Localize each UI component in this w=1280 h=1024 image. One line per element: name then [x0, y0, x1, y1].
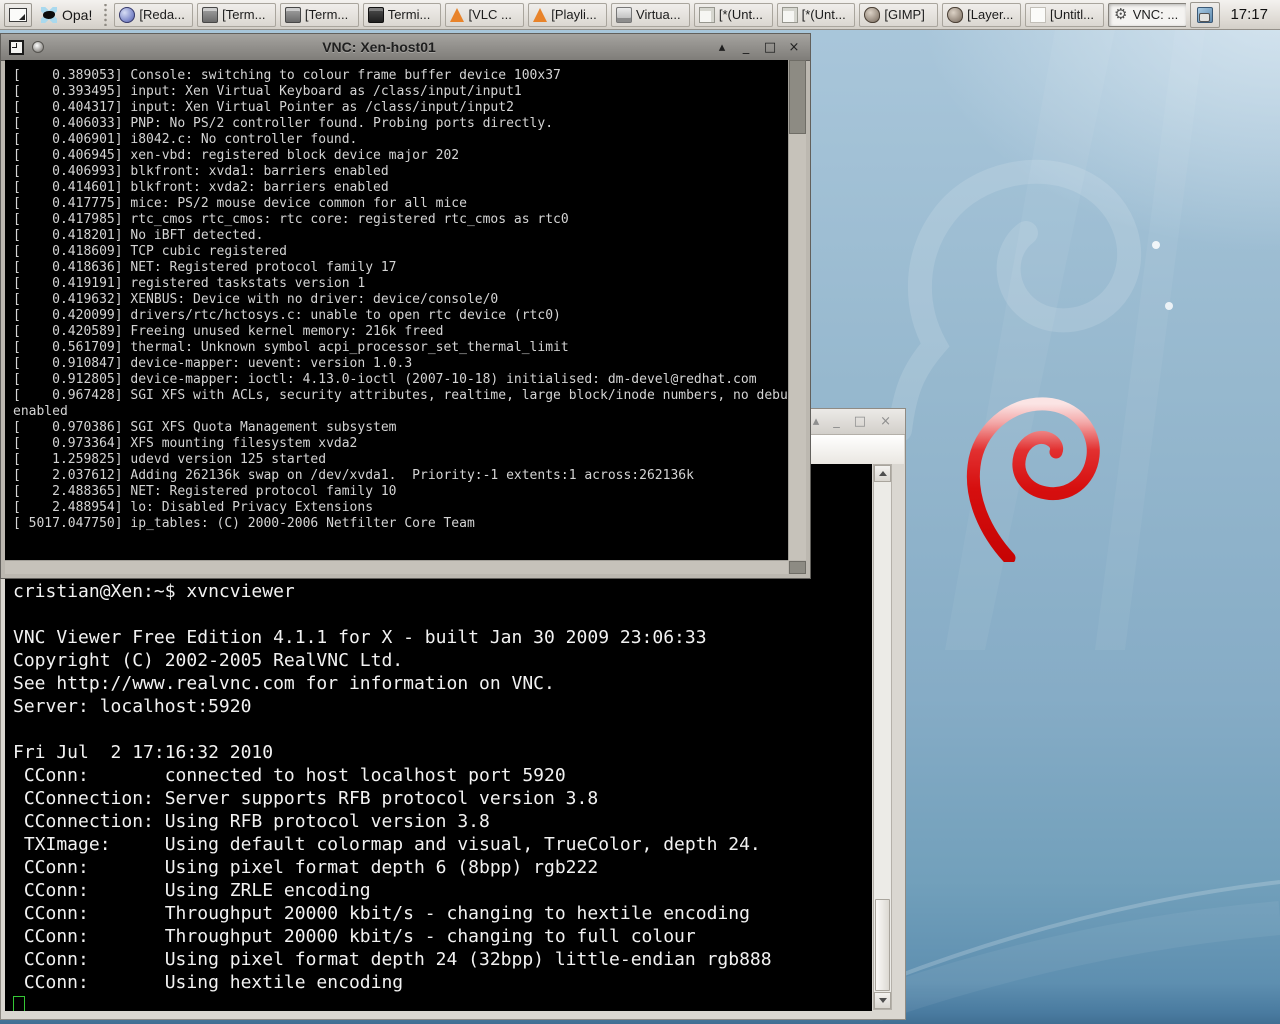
kernel-log: [ 0.389053] Console: switching to colour…: [13, 68, 788, 560]
task-button-label: [Term...: [305, 7, 348, 22]
terminal-icon: [202, 7, 218, 23]
task-button-label: VNC: ...: [1133, 7, 1179, 22]
vnc-close-icon[interactable]: ×: [786, 40, 802, 55]
show-desktop-icon: [9, 8, 27, 22]
computer-icon: [616, 7, 632, 23]
terminal-minimize-icon[interactable]: _: [833, 409, 840, 434]
scroll-down-button[interactable]: [874, 992, 891, 1009]
terminal-dark-icon: [368, 7, 384, 23]
vnc-maximize-icon[interactable]: □: [762, 40, 778, 55]
task-button[interactable]: [*(Unt...: [777, 3, 856, 27]
task-button[interactable]: VNC: ...: [1108, 3, 1187, 27]
gimp-icon: [947, 7, 963, 23]
task-button[interactable]: [Layer...: [942, 3, 1021, 27]
task-button[interactable]: [Reda...: [114, 3, 193, 27]
launcher-label: Opa!: [62, 7, 92, 23]
vlc-icon: [533, 8, 547, 22]
task-button[interactable]: [Term...: [197, 3, 276, 27]
arrow-up-icon: [879, 471, 887, 476]
vnc-cube-icon: [9, 40, 24, 55]
task-button[interactable]: Virtua...: [611, 3, 690, 27]
task-button-label: [*(Unt...: [802, 7, 846, 22]
clock: 17:17: [1224, 6, 1276, 23]
task-button-label: [Untitl...: [1050, 7, 1094, 22]
task-button[interactable]: [Term...: [280, 3, 359, 27]
vnc-scrollbar-thumb[interactable]: [789, 60, 806, 134]
gimp-icon: [864, 7, 880, 23]
terminal-close-icon[interactable]: ×: [880, 409, 891, 434]
task-button-label: [VLC ...: [468, 7, 511, 22]
vnc-viewer-window: VNC: Xen-host01 ▴ _ □ × [ 0.389053] Cons…: [0, 33, 811, 579]
taskbar-launcher-opa[interactable]: Opa!: [36, 2, 97, 28]
blank-icon: [1030, 7, 1046, 23]
terminal-scrollbar-thumb[interactable]: [875, 899, 890, 991]
task-button[interactable]: [Playli...: [528, 3, 607, 27]
vnc-vertical-scrollbar[interactable]: [788, 60, 806, 560]
debian-logo: [962, 392, 1102, 562]
terminal-icon: [285, 7, 301, 23]
task-button-label: Termi...: [388, 7, 431, 22]
screenshot-button[interactable]: [1190, 2, 1220, 28]
task-button-label: Virtua...: [636, 7, 681, 22]
editor-icon: [699, 7, 715, 23]
gear-icon: [1113, 7, 1129, 23]
vnc-resize-corner[interactable]: [789, 561, 806, 574]
window-title: VNC: Xen-host01: [52, 39, 706, 55]
terminal-cursor: [13, 996, 25, 1011]
scroll-up-button[interactable]: [874, 465, 891, 482]
task-button-label: [Layer...: [967, 7, 1013, 22]
vnc-horizontal-scrollbar[interactable]: [5, 560, 788, 574]
terminal-shade-icon[interactable]: ▴: [813, 409, 820, 434]
task-button-label: [GIMP]: [884, 7, 924, 22]
vnc-titlebar[interactable]: VNC: Xen-host01 ▴ _ □ ×: [1, 34, 810, 61]
task-button-label: [*(Unt...: [719, 7, 763, 22]
dog-icon: [41, 7, 57, 23]
task-button[interactable]: [*(Unt...: [694, 3, 773, 27]
vnc-shade-icon[interactable]: ▴: [714, 40, 730, 55]
task-button-label: [Playli...: [551, 7, 597, 22]
task-button[interactable]: [Untitl...: [1025, 3, 1104, 27]
sticky-button[interactable]: [32, 41, 44, 53]
vnc-minimize-icon[interactable]: _: [738, 40, 754, 55]
task-button[interactable]: Termi...: [363, 3, 442, 27]
editor-icon: [782, 7, 798, 23]
task-button-label: [Reda...: [139, 7, 185, 22]
terminal-scrollbar[interactable]: [873, 464, 892, 1010]
vnc-framebuffer[interactable]: [ 0.389053] Console: switching to colour…: [5, 60, 788, 560]
task-button-list: [Reda... [Term... [Term... Termi... [VLC…: [114, 3, 1186, 27]
task-button[interactable]: [VLC ...: [445, 3, 524, 27]
terminal-maximize-icon[interactable]: □: [854, 409, 866, 434]
task-button[interactable]: [GIMP]: [859, 3, 938, 27]
vlc-icon: [450, 8, 464, 22]
arrow-down-icon: [879, 998, 887, 1003]
panel-handle[interactable]: [101, 4, 110, 26]
screenshot-icon: [1197, 7, 1213, 23]
task-button-label: [Term...: [222, 7, 265, 22]
show-desktop-button[interactable]: [4, 3, 32, 27]
terminal-output: cristian@Xen:~$ xvncviewer VNC Viewer Fr…: [13, 580, 772, 994]
taskbar: Opa! [Reda... [Term... [Term... Termi...: [0, 0, 1280, 30]
globe-icon: [119, 7, 135, 23]
